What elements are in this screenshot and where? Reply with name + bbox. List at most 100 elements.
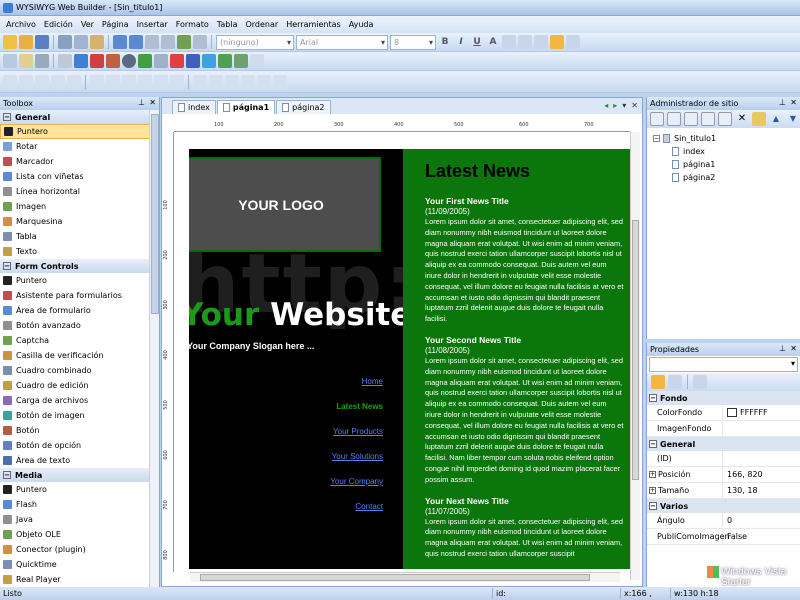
toolbox-item[interactable]: Tabla [0,229,159,244]
property-row[interactable]: + Tamaño 130, 18 [647,483,800,499]
youtube-icon[interactable] [170,54,184,68]
toolbox-item[interactable]: Casilla de verificación [0,348,159,363]
underline-icon[interactable]: U [470,35,484,49]
prev-tab-icon[interactable]: ◂ [604,101,608,110]
color-swatch[interactable] [727,408,737,417]
table-icon[interactable] [35,54,49,68]
collapse-icon[interactable]: − [649,440,657,448]
menu-pagina[interactable]: Página [98,20,133,29]
menu-tabla[interactable]: Tabla [213,20,242,29]
property-value[interactable]: FFFFFF [723,405,800,420]
toolbox-item[interactable]: Puntero [0,482,159,497]
property-value[interactable]: 0 [723,513,800,528]
toolbox-item[interactable]: Botón avanzado [0,318,159,333]
nav-link[interactable]: Latest News [330,402,383,427]
close-icon[interactable]: ✕ [790,98,797,107]
toolbox-item[interactable]: Texto [0,244,159,259]
order-tool-icon[interactable] [273,74,287,89]
tab-index[interactable]: index [172,100,216,114]
order-tool-icon[interactable] [193,74,207,89]
size-tool-icon[interactable] [106,74,120,89]
collapse-icon[interactable]: − [3,471,11,479]
move-down-icon[interactable]: ▼ [786,112,800,126]
toolbox-item[interactable]: Botón de opción [0,438,159,453]
collapse-icon[interactable]: − [653,135,660,142]
menu-edicion[interactable]: Edición [40,20,77,29]
scroll-thumb[interactable] [151,114,159,314]
news-body[interactable]: Lorem ipsum dolor sit amet, consectetuer… [425,217,625,325]
justify-icon[interactable] [566,35,580,49]
undo-icon[interactable] [113,35,127,49]
toolbox-item[interactable]: Cuadro combinado [0,363,159,378]
property-pages-icon[interactable] [693,375,707,389]
font-combo[interactable]: Arial [296,34,388,50]
menu-insertar[interactable]: Insertar [133,20,172,29]
toolbox-scrollbar[interactable] [149,110,159,587]
menu-herramientas[interactable]: Herramientas [282,20,345,29]
size-tool-icon[interactable] [154,74,168,89]
categorized-icon[interactable] [651,375,665,389]
toolbox-item[interactable]: Imagen [0,199,159,214]
menu-formato[interactable]: Formato [172,20,213,29]
menu-ayuda[interactable]: Ayuda [345,20,378,29]
object-selector[interactable] [649,357,798,372]
move-up-icon[interactable]: ▲ [769,112,783,126]
nav-link[interactable]: Your Solutions [330,452,383,477]
toolbox-item[interactable]: Botón [0,423,159,438]
property-value[interactable] [723,421,800,436]
toolbar-options-icon[interactable] [250,54,264,68]
insert-image-icon[interactable] [177,35,191,49]
highlight-icon[interactable] [502,35,516,49]
property-category[interactable]: − Varios [647,499,800,513]
collapse-icon[interactable]: − [649,394,657,402]
toolbox-item[interactable]: Java [0,512,159,527]
news-heading[interactable]: Latest News [425,161,633,182]
rollover-icon[interactable] [234,54,248,68]
page-properties-icon[interactable] [752,112,766,126]
order-tool-icon[interactable] [241,74,255,89]
textbox-icon[interactable] [19,54,33,68]
tree-page-pagina2[interactable]: página2 [653,171,800,184]
nav-link[interactable]: Contact [330,502,383,527]
news-body[interactable]: Lorem ipsum dolor sit amet, consectetuer… [425,517,625,560]
property-value[interactable]: 130, 18 [723,483,800,498]
applet-icon[interactable] [154,54,168,68]
align-tool-icon[interactable] [19,74,33,89]
pin-icon[interactable]: ⊥ [779,344,786,353]
align-tool-icon[interactable] [3,74,17,89]
next-tab-icon[interactable]: ▸ [613,101,617,110]
toolbox-section-header[interactable]: − General [0,110,159,124]
cut-icon[interactable] [58,35,72,49]
redo-icon[interactable] [129,35,143,49]
nav-icon[interactable] [218,54,232,68]
site-title[interactable]: Your Website [189,297,411,333]
expand-icon[interactable]: + [649,471,656,478]
expand-icon[interactable]: + [649,487,656,494]
toolbox-item[interactable]: Flash [0,497,159,512]
toolbox-item[interactable]: Marcador [0,154,159,169]
shape-icon[interactable] [138,54,152,68]
tree-page-index[interactable]: index [653,145,800,158]
size-tool-icon[interactable] [138,74,152,89]
property-row[interactable]: (ID) [647,451,800,467]
save-icon[interactable] [35,35,49,49]
align-tool-icon[interactable] [35,74,49,89]
italic-icon[interactable]: I [454,35,468,49]
close-icon[interactable]: ✕ [790,344,797,353]
size-tool-icon[interactable] [90,74,104,89]
align-tool-icon[interactable] [67,74,81,89]
flash-icon[interactable] [106,54,120,68]
news-date[interactable]: (11/09/2005) [425,207,633,217]
globe-icon[interactable] [202,54,216,68]
toolbox-item[interactable]: Área de texto [0,453,159,468]
alphabetical-icon[interactable] [668,375,682,389]
toolbox-item[interactable]: Área de formulario [0,303,159,318]
preview-icon[interactable] [74,54,88,68]
style-combo[interactable]: (ninguno) [216,34,294,50]
design-canvas[interactable]: 100 200 300 400 500 600 700 100 200 300 … [162,114,642,586]
toolbox-item[interactable]: Quicktime [0,557,159,572]
logo-placeholder[interactable]: YOUR LOGO [189,157,381,252]
toolbox-item[interactable]: Captcha [0,333,159,348]
menu-ordenar[interactable]: Ordenar [241,20,282,29]
collapse-icon[interactable]: − [3,262,11,270]
